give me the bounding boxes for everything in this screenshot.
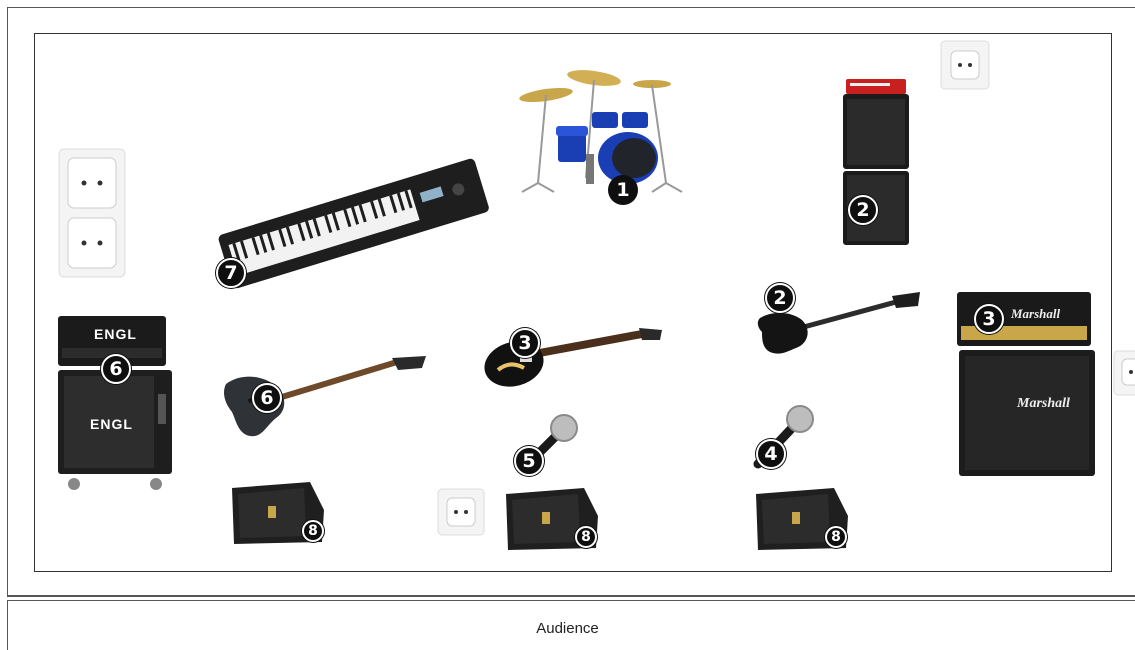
marshall-logo-head: Marshall — [1011, 306, 1061, 321]
guitar-amp-stack-icon — [58, 316, 172, 490]
engl-amp-stack: ENGL ENGL — [56, 316, 174, 496]
power-outlet-icon — [58, 148, 126, 278]
les-paul-guitar — [484, 320, 664, 392]
guitar-left-marker: 6 — [252, 383, 282, 413]
drum-kit-icon — [519, 70, 683, 193]
engl-logo-head: ENGL — [94, 326, 137, 342]
keyboard-marker: 7 — [216, 258, 246, 288]
engl-logo-cab: ENGL — [90, 416, 133, 432]
stage-edge-line-lower — [7, 600, 1135, 601]
wall-outlet-double-left — [58, 148, 126, 278]
drum-kit — [516, 68, 688, 194]
bass-amp-stack — [841, 79, 911, 247]
drums-marker: 1 — [608, 175, 638, 205]
audience-label: Audience — [536, 620, 599, 637]
wall-outlet-right-edge — [1113, 350, 1135, 396]
les-paul-marker: 3 — [510, 328, 540, 358]
keyboard — [214, 152, 489, 289]
stage-edge-line — [7, 596, 1135, 597]
floor-monitor-center-marker: 8 — [575, 526, 597, 548]
marshall-logo-cab: Marshall — [1017, 396, 1070, 411]
electric-guitar-icon — [484, 328, 662, 387]
power-outlet-icon — [1113, 350, 1135, 396]
microphone-right-marker: 4 — [756, 439, 786, 469]
bass-amp-marker: 2 — [848, 195, 878, 225]
wall-outlet-top-right — [940, 40, 990, 90]
power-outlet-icon — [940, 40, 990, 90]
microphone-center-marker: 5 — [514, 446, 544, 476]
engl-amp-marker: 6 — [101, 354, 131, 384]
marshall-amp-marker: 3 — [974, 304, 1004, 334]
bass-guitar-marker: 2 — [765, 283, 795, 313]
floor-monitor-left-marker: 8 — [302, 520, 324, 542]
power-outlet-icon — [437, 488, 485, 536]
floor-monitor-right-marker: 8 — [825, 526, 847, 548]
wall-outlet-center — [437, 488, 485, 536]
bass-amp-stack-icon — [843, 79, 909, 245]
keyboard-icon — [218, 158, 489, 289]
